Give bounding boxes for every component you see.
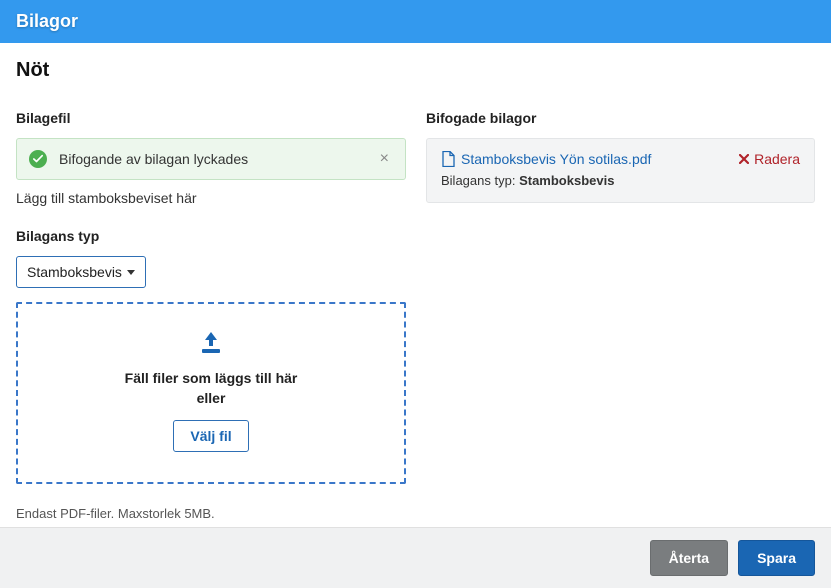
dropzone-line2: eller (197, 390, 226, 406)
alert-close-button[interactable]: × (376, 150, 393, 168)
success-alert: Bifogande av bilagan lyckades × (16, 138, 406, 180)
attached-files-label: Bifogade bilagor (426, 110, 815, 126)
dropdown-selected: Stamboksbevis (27, 264, 122, 280)
page-header: Bilagor (0, 0, 831, 43)
footer-bar: Återta Spara (0, 527, 831, 588)
left-column: Bilagefil Bifogande av bilagan lyckades … (16, 110, 406, 521)
file-dropzone[interactable]: Fäll filer som läggs till här eller Välj… (16, 302, 406, 484)
dropzone-text: Fäll filer som läggs till här eller (28, 369, 394, 408)
revert-button[interactable]: Återta (650, 540, 728, 576)
delete-icon (739, 151, 749, 167)
attached-file-link[interactable]: Stamboksbevis Yön sotilas.pdf (461, 151, 739, 167)
header-title: Bilagor (16, 11, 78, 31)
file-icon (441, 151, 455, 167)
attached-file-card: Stamboksbevis Yön sotilas.pdf Radera Bil… (426, 138, 815, 203)
upload-icon (28, 330, 394, 359)
delete-label: Radera (754, 151, 800, 167)
attached-file-row: Stamboksbevis Yön sotilas.pdf Radera (441, 151, 800, 167)
save-button[interactable]: Spara (738, 540, 815, 576)
attachment-file-label: Bilagefil (16, 110, 406, 126)
page-title: Nöt (16, 59, 815, 82)
delete-attachment-button[interactable]: Radera (739, 151, 800, 167)
right-column: Bifogade bilagor Stamboksbevis Yön sotil… (426, 110, 815, 521)
attached-file-type: Bilagans typ: Stamboksbevis (441, 173, 800, 188)
type-label: Bilagans typ: (441, 173, 515, 188)
attachment-type-label: Bilagans typ (16, 228, 406, 244)
add-hint-text: Lägg till stamboksbeviset här (16, 190, 406, 206)
alert-text: Bifogande av bilagan lyckades (59, 151, 376, 167)
choose-file-button[interactable]: Välj fil (173, 420, 248, 452)
check-circle-icon (29, 150, 47, 168)
content-area: Nöt Bilagefil Bifogande av bilagan lycka… (0, 43, 831, 521)
type-value: Stamboksbevis (519, 173, 614, 188)
dropzone-line1: Fäll filer som läggs till här (125, 370, 298, 386)
chevron-down-icon (127, 270, 135, 275)
attachment-type-dropdown[interactable]: Stamboksbevis (16, 256, 146, 288)
file-restriction-hint: Endast PDF-filer. Maxstorlek 5MB. (16, 506, 406, 521)
close-icon: × (380, 150, 389, 167)
columns: Bilagefil Bifogande av bilagan lyckades … (16, 110, 815, 521)
